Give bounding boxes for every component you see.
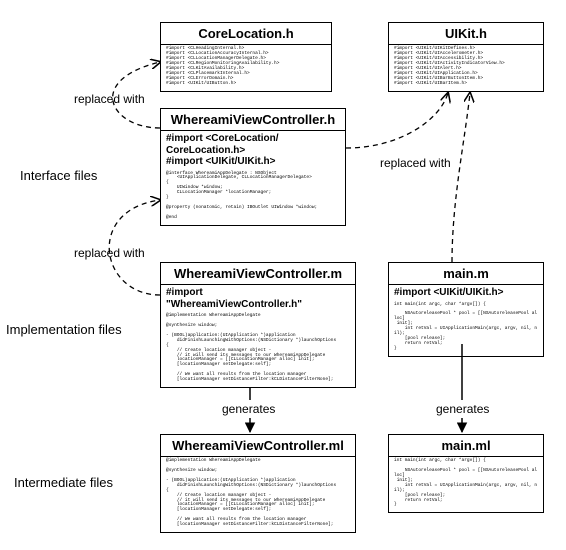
box-wvc-ml: WhereamiViewController.ml @implementatio…	[160, 434, 356, 533]
box-body: int main(int argc, char *argv[]) { NSAut…	[389, 301, 543, 356]
edge-label-replaced-3: replaced with	[380, 156, 451, 170]
box-title: WhereamiViewController.m	[161, 263, 355, 285]
box-body: @implementation WhereamiAppDelegate @syn…	[161, 457, 355, 532]
edge-label-replaced-1: replaced with	[74, 92, 145, 106]
box-emph: #import "WhereamiViewController.h"	[161, 285, 355, 312]
box-main-m: main.m #import <UIKit/UIKit.h> int main(…	[388, 262, 544, 357]
section-label-implementation: Implementation files	[6, 322, 122, 337]
box-wvc-m: WhereamiViewController.m #import "Wherea…	[160, 262, 356, 388]
box-title: main.ml	[389, 435, 543, 457]
box-title: UIKit.h	[389, 23, 543, 45]
box-uikit-h: UIKit.h #import <UIKit/UIKitDefines.h> #…	[388, 22, 544, 92]
box-title: WhereamiViewController.ml	[161, 435, 355, 457]
arrow-replaced-3a	[346, 93, 448, 148]
box-body: #import <UIKit/UIKitDefines.h> #import <…	[389, 45, 543, 91]
box-body: @interface WhereamiAppDelegate : NSObjec…	[161, 170, 345, 225]
box-emph: #import <CoreLocation/ CoreLocation.h> #…	[161, 131, 345, 170]
box-corelocation-h: CoreLocation.h #import <CLHeadingInterna…	[160, 22, 332, 92]
box-body: #import <CLHeadingInternal.h> #import <C…	[161, 45, 331, 91]
box-title: WhereamiViewController.h	[161, 109, 345, 131]
edge-label-generates-2: generates	[436, 402, 489, 416]
edge-label-replaced-2: replaced with	[74, 246, 145, 260]
box-emph: #import <UIKit/UIKit.h>	[389, 285, 543, 301]
box-body: int main(int argc, char *argv[]) { NSAut…	[389, 457, 543, 512]
box-title: CoreLocation.h	[161, 23, 331, 45]
edge-label-generates-1: generates	[222, 402, 275, 416]
box-title: main.m	[389, 263, 543, 285]
section-label-intermediate: Intermediate files	[14, 475, 113, 490]
section-label-interface: Interface files	[20, 168, 97, 183]
box-body: @implementation WhereamiAppDelegate @syn…	[161, 312, 355, 387]
box-wvc-h: WhereamiViewController.h #import <CoreLo…	[160, 108, 346, 226]
box-main-ml: main.ml int main(int argc, char *argv[])…	[388, 434, 544, 513]
arrow-replaced-3b	[452, 93, 470, 262]
